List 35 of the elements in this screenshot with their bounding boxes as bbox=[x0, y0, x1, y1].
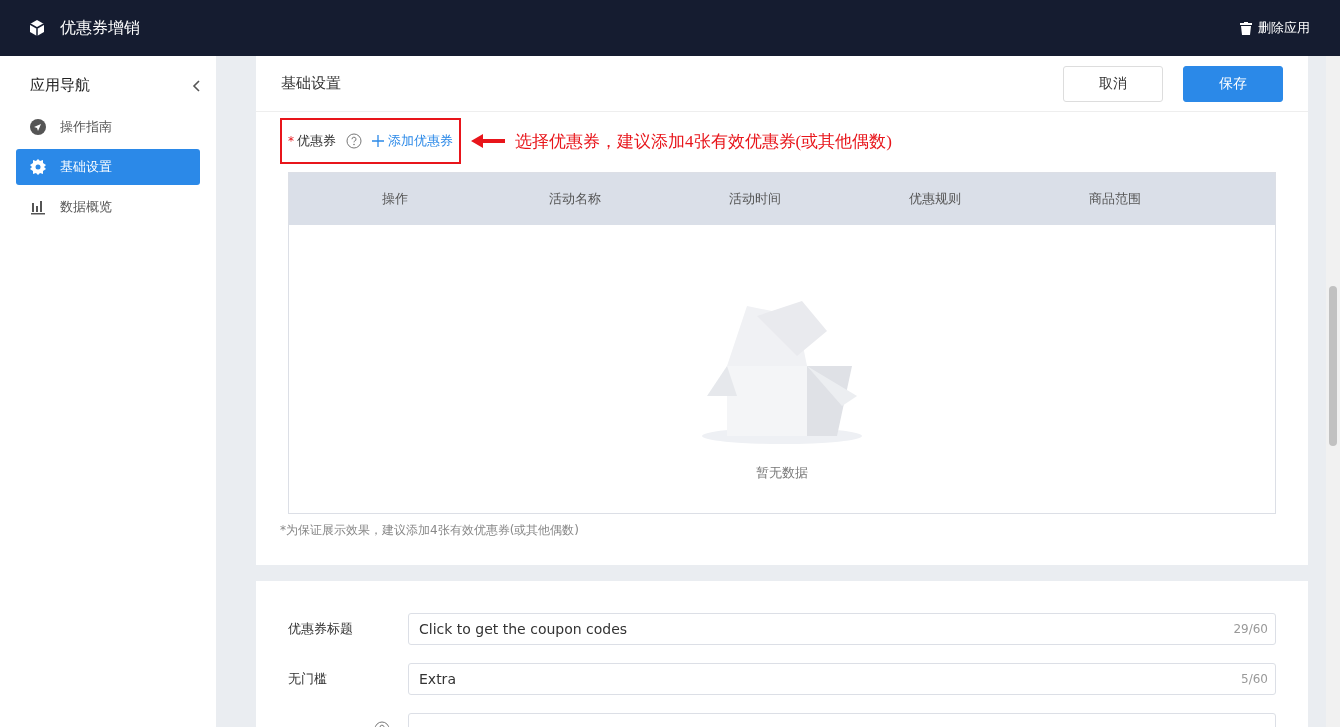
sidebar-item[interactable]: 基础设置 bbox=[16, 149, 200, 185]
save-button[interactable]: 保存 bbox=[1183, 65, 1283, 102]
sidebar-item[interactable]: 数据概览 bbox=[16, 189, 200, 225]
column-header: 活动名称 bbox=[548, 190, 602, 208]
required-mark: * bbox=[288, 134, 294, 148]
character-count: 5/60 bbox=[1241, 672, 1268, 686]
annotation-arrow bbox=[471, 134, 505, 148]
sidebar-item[interactable]: 操作指南 bbox=[16, 109, 200, 145]
field-label: 无门槛 bbox=[288, 670, 327, 688]
cube-icon bbox=[28, 19, 46, 37]
navigation-icon bbox=[30, 119, 46, 135]
column-header: 操作 bbox=[381, 190, 409, 208]
card-title: 基础设置 bbox=[281, 74, 341, 93]
settings-icon bbox=[30, 159, 46, 175]
cancel-button[interactable]: 取消 bbox=[1063, 65, 1163, 102]
empty-state-text: 暂无数据 bbox=[756, 464, 808, 482]
annotation-text: 选择优惠券，建议添加4张有效优惠券(或其他偶数) bbox=[515, 130, 892, 153]
scroll-thumb[interactable] bbox=[1329, 286, 1337, 446]
bar-chart-icon bbox=[30, 199, 46, 215]
coupon-label: 优惠券 bbox=[297, 132, 336, 150]
column-header: 优惠规则 bbox=[908, 190, 962, 208]
sidebar-title: 应用导航 bbox=[30, 76, 90, 95]
scrollbar[interactable] bbox=[1326, 56, 1340, 727]
app-title: 优惠券增销 bbox=[60, 17, 140, 39]
trash-icon bbox=[1240, 21, 1252, 35]
plus-icon bbox=[372, 135, 384, 147]
column-header: 商品范围 bbox=[1088, 190, 1142, 208]
delete-app-button[interactable]: 删除应用 bbox=[1240, 19, 1310, 37]
character-count: 29/60 bbox=[1233, 622, 1268, 636]
coupon-hint: *为保证展示效果，建议添加4张有效优惠券(或其他偶数) bbox=[280, 522, 580, 539]
collapse-icon[interactable] bbox=[192, 79, 200, 92]
column-header: 活动时间 bbox=[728, 190, 782, 208]
add-coupon-link[interactable]: 添加优惠券 bbox=[372, 132, 453, 150]
help-icon[interactable] bbox=[346, 133, 362, 149]
field-label: 优惠券标题 bbox=[288, 620, 353, 638]
